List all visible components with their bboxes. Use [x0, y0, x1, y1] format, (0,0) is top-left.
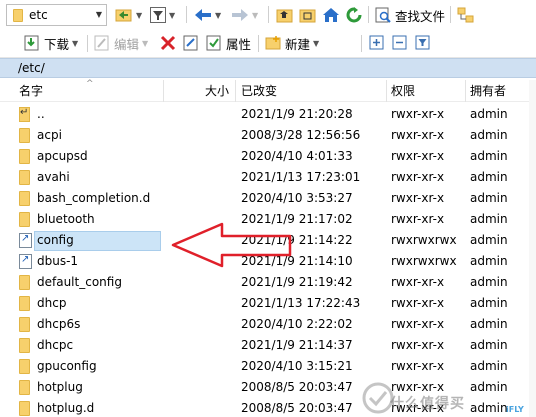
- watermark-text: 什么值得买: [390, 396, 465, 412]
- annotation-arrow: [171, 222, 292, 268]
- annotation-arrow-shape: [171, 222, 292, 268]
- watermark-sub: iFLY: [506, 405, 524, 414]
